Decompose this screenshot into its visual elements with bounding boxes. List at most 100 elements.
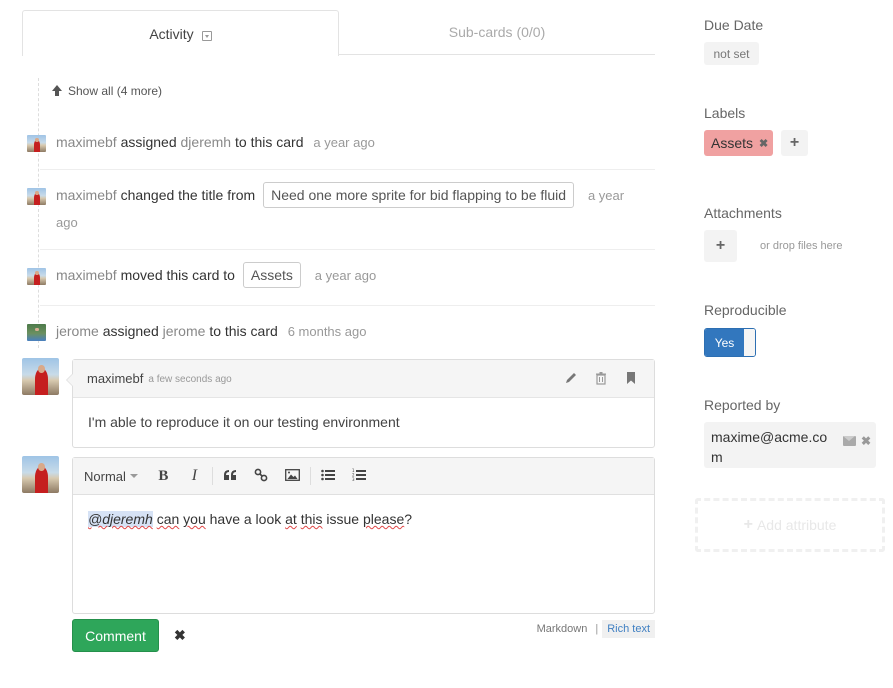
remove-reporter-icon[interactable]: ✖ bbox=[861, 431, 871, 451]
comment-editor[interactable]: Normal B I 123 @djeremh can you have a l… bbox=[72, 457, 655, 614]
link-button[interactable] bbox=[246, 468, 277, 485]
editor-mode-switch: Markdown | Rich text bbox=[533, 619, 655, 639]
event-timestamp: a year ago bbox=[313, 135, 375, 150]
avatar bbox=[27, 324, 46, 341]
reporter-email: maxime@acme.com bbox=[711, 429, 828, 465]
reported-by-label: Reported by bbox=[704, 397, 781, 413]
link-icon bbox=[255, 468, 268, 481]
editor-content[interactable]: @djeremh can you have a look at this iss… bbox=[73, 495, 654, 543]
comment-body: I'm able to reproduce it on our testing … bbox=[88, 414, 400, 430]
reproducible-toggle[interactable]: Yes bbox=[704, 328, 756, 357]
event-suffix: to this card bbox=[209, 323, 278, 339]
bold-button[interactable]: B bbox=[148, 468, 179, 485]
label-name: Assets bbox=[711, 135, 754, 151]
due-date-label: Due Date bbox=[704, 17, 764, 33]
comment-author[interactable]: maximebf bbox=[87, 371, 143, 386]
editor-word: this bbox=[300, 511, 323, 527]
pencil-icon[interactable] bbox=[564, 370, 578, 386]
event-user-link[interactable]: maximebf bbox=[56, 134, 117, 150]
markdown-mode-link[interactable]: Markdown bbox=[533, 623, 592, 635]
attachments-label: Attachments bbox=[704, 205, 782, 221]
rich-text-mode-link[interactable]: Rich text bbox=[602, 620, 655, 638]
bookmark-icon[interactable] bbox=[624, 370, 638, 386]
event-verb: moved this card to bbox=[120, 267, 235, 283]
avatar bbox=[27, 268, 46, 285]
show-all-label: Show all (4 more) bbox=[68, 84, 163, 98]
editor-word: can bbox=[156, 511, 180, 527]
reporter-field: maxime@acme.com ✖ bbox=[704, 422, 876, 468]
editor-word: at bbox=[285, 511, 297, 527]
activity-event: maximebf assigned djeremh to this card a… bbox=[27, 129, 655, 156]
event-verb: changed the title from bbox=[120, 187, 256, 203]
comment-avatar bbox=[22, 358, 59, 395]
avatar bbox=[27, 135, 46, 152]
add-attachment-button[interactable]: + bbox=[704, 230, 737, 262]
add-attribute-button[interactable]: + Add attribute bbox=[695, 498, 885, 552]
add-attribute-label: Add attribute bbox=[756, 517, 837, 533]
drop-files-hint: or drop files here bbox=[760, 240, 843, 252]
cancel-icon[interactable]: ✖ bbox=[174, 627, 186, 644]
blockquote-button[interactable] bbox=[215, 468, 246, 484]
ordered-list-button[interactable]: 123 bbox=[344, 468, 375, 485]
editor-word: have a look bbox=[209, 511, 282, 527]
label-tag-assets: Assets ✖ bbox=[704, 130, 773, 156]
caret-down-icon bbox=[129, 474, 138, 478]
event-user-link[interactable]: maximebf bbox=[56, 267, 117, 283]
svg-text:3: 3 bbox=[352, 477, 355, 482]
toggle-knob bbox=[744, 329, 755, 356]
event-user-link[interactable]: jerome bbox=[56, 323, 99, 339]
trash-icon[interactable] bbox=[594, 370, 608, 386]
editor-word: ? bbox=[404, 511, 413, 527]
remove-label-icon[interactable]: ✖ bbox=[759, 137, 768, 150]
editor-word: issue bbox=[326, 511, 360, 527]
due-date-button[interactable]: not set bbox=[704, 42, 759, 65]
add-label-button[interactable]: + bbox=[781, 130, 808, 156]
toolbar-separator bbox=[309, 467, 311, 485]
quote-icon bbox=[224, 470, 237, 480]
tab-activity[interactable]: Activity bbox=[22, 10, 339, 56]
event-verb: assigned bbox=[102, 323, 159, 339]
bullet-list-icon bbox=[321, 469, 336, 481]
tab-sub-cards[interactable]: Sub-cards (0/0) bbox=[339, 10, 655, 55]
show-all-link[interactable]: Show all (4 more) bbox=[51, 84, 162, 98]
arrow-up-icon bbox=[51, 85, 63, 97]
labels-label: Labels bbox=[704, 105, 746, 121]
comment-timestamp: a few seconds ago bbox=[148, 374, 232, 385]
tab-activity-label: Activity bbox=[149, 25, 194, 42]
reproducible-label: Reproducible bbox=[704, 302, 787, 318]
ordered-list-icon: 123 bbox=[352, 468, 367, 482]
event-suffix: to this card bbox=[235, 134, 304, 150]
old-title-chip: Need one more sprite for bid flapping to… bbox=[263, 182, 575, 208]
italic-button[interactable]: I bbox=[179, 467, 210, 485]
mention-tag: @djeremh bbox=[88, 511, 153, 527]
mail-icon[interactable] bbox=[842, 436, 856, 446]
editor-word: you bbox=[183, 511, 206, 527]
activity-event: jerome assigned jerome to this card 6 mo… bbox=[27, 318, 655, 345]
tabs: Activity Sub-cards (0/0) bbox=[22, 10, 655, 56]
plus-icon: + bbox=[743, 516, 753, 533]
activity-event: maximebf changed the title from Need one… bbox=[27, 182, 655, 236]
list-chip: Assets bbox=[242, 262, 301, 288]
collapse-icon[interactable] bbox=[201, 30, 212, 41]
comment-card: maximebf a few seconds ago I'm able to r… bbox=[66, 359, 655, 448]
mode-separator: | bbox=[595, 623, 599, 635]
format-select[interactable]: Normal bbox=[84, 469, 138, 484]
event-user-link[interactable]: maximebf bbox=[56, 187, 117, 203]
toolbar-separator bbox=[211, 467, 213, 485]
event-timestamp: a year bbox=[587, 188, 625, 203]
activity-event: maximebf moved this card to Assets a yea… bbox=[27, 262, 655, 289]
image-button[interactable] bbox=[277, 468, 308, 484]
divider bbox=[40, 305, 655, 306]
event-timestamp: 6 months ago bbox=[287, 324, 367, 339]
tab-sub-cards-label: Sub-cards (0/0) bbox=[448, 24, 546, 40]
editor-word: please bbox=[362, 511, 405, 527]
toggle-value: Yes bbox=[705, 329, 744, 356]
editor-toolbar: Normal B I 123 bbox=[73, 458, 654, 495]
event-target-user-link[interactable]: jerome bbox=[163, 323, 206, 339]
bullet-list-button[interactable] bbox=[313, 468, 344, 484]
comment-submit-button[interactable]: Comment bbox=[72, 619, 159, 652]
event-target-user-link[interactable]: djeremh bbox=[181, 134, 232, 150]
divider bbox=[40, 249, 655, 250]
avatar bbox=[27, 188, 46, 205]
event-timestamp-wrap: ago bbox=[56, 215, 78, 230]
